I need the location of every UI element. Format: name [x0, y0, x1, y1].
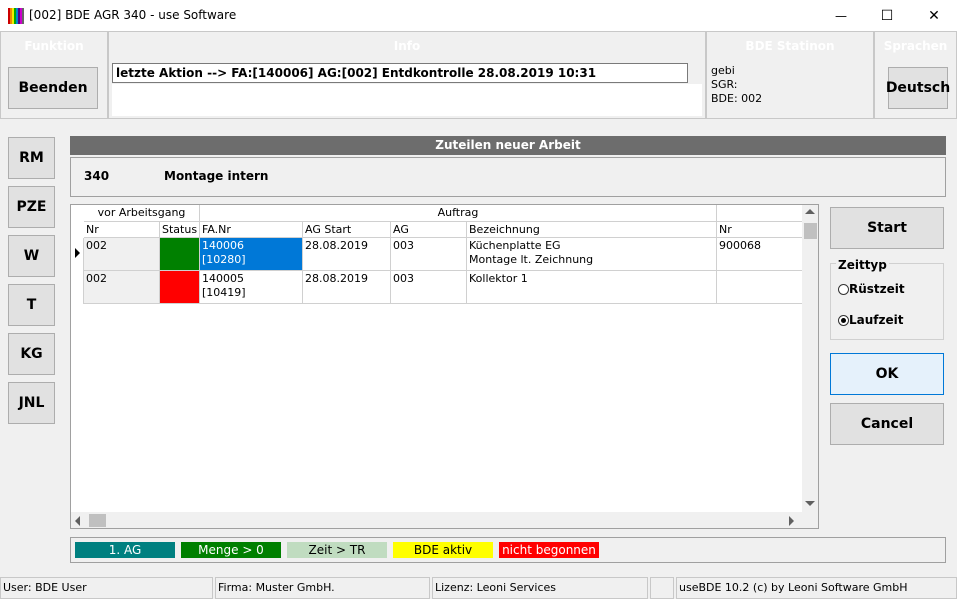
title-bar: [002] BDE AGR 340 - use Software — ☐ ✕ [0, 0, 957, 31]
laufzeit-radio[interactable] [838, 315, 849, 326]
row2-nr[interactable]: 002 [84, 271, 160, 304]
last-action-field: letzte Aktion --> FA:[140006] AG:[002] E… [112, 63, 688, 83]
row1-fa-number: 140006 [202, 239, 244, 252]
beenden-button[interactable]: Beenden [8, 67, 98, 109]
laufzeit-option[interactable]: Laufzeit [838, 313, 903, 327]
station-bde: BDE: 002 [711, 92, 763, 105]
status-user: User: BDE User [0, 577, 213, 599]
minimize-button[interactable]: — [818, 0, 864, 31]
row2-fanr[interactable]: 140005 [10419] [200, 271, 303, 304]
col-header-status[interactable]: Status [160, 222, 200, 238]
workplace-code: 340 [84, 169, 110, 183]
vertical-scroll-thumb[interactable] [804, 223, 817, 239]
row2-nr2[interactable] [717, 271, 803, 304]
scroll-left-icon[interactable] [75, 516, 80, 526]
workplace-info: 340 Montage intern [70, 157, 946, 197]
status-firma: Firma: Muster GmbH. [215, 577, 430, 599]
scroll-corner [802, 512, 818, 528]
ruestzeit-option[interactable]: Rüstzeit [838, 282, 905, 296]
workplace-name: Montage intern [164, 169, 269, 183]
maximize-button[interactable]: ☐ [864, 0, 910, 31]
nav-button-pze[interactable]: PZE [8, 186, 55, 228]
scroll-down-icon[interactable] [805, 501, 815, 506]
cancel-button[interactable]: Cancel [830, 403, 944, 445]
section-title: Zuteilen neuer Arbeit [70, 136, 946, 155]
laufzeit-label: Laufzeit [849, 313, 904, 327]
status-lizenz: Lizenz: Leoni Services [432, 577, 648, 599]
legend-zeit: Zeit > TR [287, 542, 387, 558]
legend-menge: Menge > 0 [181, 542, 281, 558]
window-title: [002] BDE AGR 340 - use Software [29, 8, 237, 22]
row1-fa-sub: [10280] [202, 253, 246, 266]
col-header-fanr[interactable]: FA.Nr [200, 222, 303, 238]
horizontal-scroll-thumb[interactable] [89, 514, 106, 527]
zeittyp-group: Zeittyp Rüstzeit Laufzeit [830, 258, 944, 340]
row1-fanr[interactable]: 140006 [10280] [200, 238, 303, 271]
row2-fa-number: 140005 [202, 272, 244, 285]
group-header-order: Auftrag [200, 205, 717, 222]
ruestzeit-label: Rüstzeit [849, 282, 905, 296]
row2-bezeichnung[interactable]: Kollektor 1 [467, 271, 717, 304]
nav-button-t[interactable]: T [8, 284, 55, 326]
row1-bezeichnung[interactable]: Küchenplatte EG Montage lt. Zeichnung [467, 238, 717, 271]
group-header-prev: vor Arbeitsgang [84, 205, 200, 222]
status-version: useBDE 10.2 (c) by Leoni Software GmbH [676, 577, 957, 599]
current-row-arrow-icon [75, 248, 80, 258]
row1-bez-line1: Küchenplatte EG [469, 239, 561, 252]
app-icon [8, 8, 24, 24]
nav-button-w[interactable]: W [8, 235, 55, 277]
col-header-nr2[interactable]: Nr [717, 222, 803, 238]
col-header-nr[interactable]: Nr [84, 222, 160, 238]
station-user: gebi [711, 64, 735, 77]
status-empty [650, 577, 674, 599]
info-title: Info [393, 39, 421, 53]
row2-agstart[interactable]: 28.08.2019 [303, 271, 391, 304]
col-header-agstart[interactable]: AG Start [303, 222, 391, 238]
nav-button-jnl[interactable]: JNL [8, 382, 55, 424]
sprachen-panel: Sprachen Deutsch [874, 31, 957, 119]
ok-button[interactable]: OK [830, 353, 944, 395]
legend-first-ag: 1. AG [75, 542, 175, 558]
col-header-bezeichnung[interactable]: Bezeichnung [467, 222, 717, 238]
zeittyp-title: Zeittyp [836, 258, 889, 272]
nav-button-rm[interactable]: RM [8, 137, 55, 179]
station-sgr: SGR: [711, 78, 738, 91]
station-title: BDE Statinon [745, 39, 835, 53]
info-panel: Info letzte Aktion --> FA:[140006] AG:[0… [108, 31, 706, 119]
row2-fa-sub: [10419] [202, 286, 246, 299]
language-button[interactable]: Deutsch [886, 67, 950, 109]
row2-ag[interactable]: 003 [391, 271, 467, 304]
ruestzeit-radio[interactable] [838, 284, 849, 295]
row1-agstart[interactable]: 28.08.2019 [303, 238, 391, 271]
row2-bez-line1: Kollektor 1 [469, 272, 528, 285]
funktion-panel: Funktion Beenden [0, 31, 108, 119]
row2-status[interactable] [160, 271, 200, 304]
start-button[interactable]: Start [830, 207, 944, 249]
horizontal-scrollbar[interactable] [71, 512, 802, 528]
row1-nr2[interactable]: 900068 [717, 238, 803, 271]
col-header-ag[interactable]: AG [391, 222, 467, 238]
vertical-scrollbar[interactable] [802, 205, 818, 512]
legend-bde-aktiv: BDE aktiv [393, 542, 493, 558]
info-area [112, 84, 702, 116]
group-header-empty [717, 205, 803, 222]
scroll-right-icon[interactable] [789, 516, 794, 526]
nav-button-kg[interactable]: KG [8, 333, 55, 375]
job-grid: vor Arbeitsgang Auftrag Nr Status FA.Nr … [70, 204, 819, 529]
row1-ag[interactable]: 003 [391, 238, 467, 271]
row1-status[interactable] [160, 238, 200, 271]
row1-nr[interactable]: 002 [84, 238, 160, 271]
legend-nicht-begonnen: nicht begonnen [499, 542, 599, 558]
sprachen-title: Sprachen [883, 39, 948, 53]
row1-bez-line2: Montage lt. Zeichnung [469, 253, 594, 266]
close-button[interactable]: ✕ [911, 0, 957, 31]
funktion-title: Funktion [24, 39, 84, 53]
scroll-up-icon[interactable] [805, 209, 815, 214]
station-panel: BDE Statinon gebi SGR: BDE: 002 [706, 31, 874, 119]
